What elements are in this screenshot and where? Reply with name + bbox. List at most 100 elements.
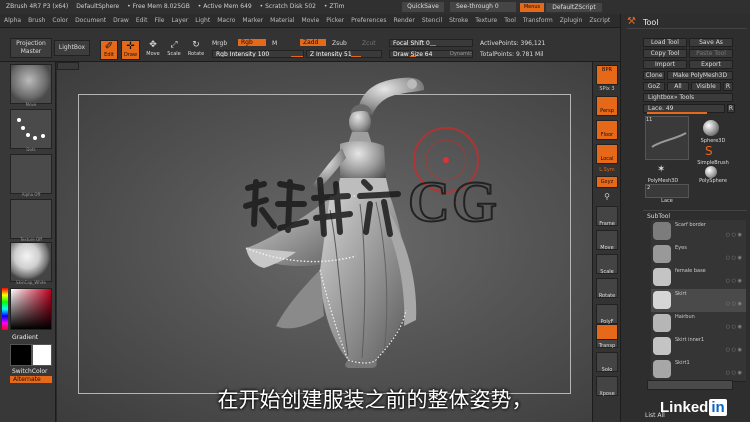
menu-draw[interactable]: Draw xyxy=(113,17,129,24)
menu-texture[interactable]: Texture xyxy=(475,17,497,24)
lsym-button[interactable]: L.Sym xyxy=(593,167,621,173)
import-button[interactable]: Import xyxy=(643,60,687,69)
dynamic-button[interactable]: Dynamic xyxy=(450,51,472,57)
gradient-button[interactable]: Gradient xyxy=(12,334,38,341)
menu-brush[interactable]: Brush xyxy=(28,17,45,24)
goz-visible-button[interactable]: Visible xyxy=(691,82,721,91)
secondary-color-swatch[interactable] xyxy=(10,344,32,366)
subtool-visibility-icon[interactable]: ○ ○ ◉ xyxy=(726,370,742,376)
menu-edit[interactable]: Edit xyxy=(136,17,148,24)
switch-color-button[interactable]: SwitchColor xyxy=(12,368,48,375)
menu-movie[interactable]: Movie xyxy=(302,17,320,24)
subtool-visibility-icon[interactable]: ○ ○ ◉ xyxy=(726,278,742,284)
menu-transform[interactable]: Transform xyxy=(523,17,553,24)
gxyz-button[interactable]: Gxyz xyxy=(596,176,618,188)
main-color-swatch[interactable] xyxy=(32,344,52,366)
menu-material[interactable]: Material xyxy=(270,17,294,24)
clone-button[interactable]: Clone xyxy=(643,71,665,80)
load-tool-button[interactable]: Load Tool xyxy=(643,38,687,47)
menu-file[interactable]: File xyxy=(154,17,164,24)
menu-marker[interactable]: Marker xyxy=(242,17,263,24)
lace-small-thumbnail[interactable]: 2 xyxy=(645,184,689,198)
scale-view-button[interactable]: Scale xyxy=(596,254,618,275)
move-mode-button[interactable]: ✥ Move xyxy=(145,40,161,60)
persp-button[interactable]: Persp xyxy=(596,96,618,116)
menu-alpha[interactable]: Alpha xyxy=(4,17,21,24)
m-button[interactable]: M xyxy=(272,40,277,47)
paste-tool-button[interactable]: Paste Tool xyxy=(689,49,733,58)
make-polymesh-button[interactable]: Make PolyMesh3D xyxy=(667,71,733,80)
rgb-button[interactable]: Rgb xyxy=(238,39,266,46)
zcut-button[interactable]: Zcut xyxy=(362,40,376,47)
local-button[interactable]: Local xyxy=(596,144,618,164)
copy-tool-button[interactable]: Copy Tool xyxy=(643,49,687,58)
tool-thumbnail-lace[interactable]: 11 xyxy=(645,116,689,160)
menu-stroke[interactable]: Stroke xyxy=(449,17,468,24)
subtool-visibility-icon[interactable]: ○ ○ ◉ xyxy=(726,232,742,238)
scale-mode-button[interactable]: ⤢ Scale xyxy=(166,40,182,60)
menu-layer[interactable]: Layer xyxy=(172,17,189,24)
menu-preferences[interactable]: Preferences xyxy=(351,17,386,24)
goz-all-button[interactable]: All xyxy=(667,82,689,91)
menu-render[interactable]: Render xyxy=(393,17,414,24)
color-picker-square[interactable] xyxy=(10,288,52,330)
menu-zscript[interactable]: Zscript xyxy=(589,17,610,24)
brush-thumbnail[interactable] xyxy=(10,64,52,104)
move-view-button[interactable]: Move xyxy=(596,230,618,251)
material-thumbnail[interactable] xyxy=(10,242,52,282)
subtool-row[interactable]: Skirt inner1 ○ ○ ◉ xyxy=(651,335,746,359)
save-as-button[interactable]: Save As xyxy=(689,38,733,47)
projection-master-button[interactable]: Projection Master xyxy=(10,38,52,58)
polymesh3d-icon[interactable]: ✶ xyxy=(657,164,665,175)
z-intensity-slider[interactable]: Z Intensity 51 xyxy=(306,50,382,58)
rgb-intensity-slider[interactable]: Rgb Intensity 100 xyxy=(212,50,304,58)
subtool-visibility-icon[interactable]: ○ ○ ◉ xyxy=(726,255,742,261)
menu-macro[interactable]: Macro xyxy=(217,17,235,24)
simplebrush-icon[interactable]: S xyxy=(705,144,713,158)
viewport-tab[interactable] xyxy=(57,62,79,70)
polyf-button[interactable]: PolyF xyxy=(596,304,618,325)
frame-button[interactable]: Frame xyxy=(596,206,618,227)
menus-button[interactable]: Menus xyxy=(520,3,544,12)
menu-document[interactable]: Document xyxy=(75,17,106,24)
alpha-thumbnail[interactable] xyxy=(10,154,52,194)
goz-r-button[interactable]: R xyxy=(723,82,733,91)
ghost-button[interactable] xyxy=(596,324,618,340)
subtool-header[interactable]: SubTool xyxy=(647,213,670,220)
subtool-visibility-icon[interactable]: ○ ○ ◉ xyxy=(726,347,742,353)
default-zscript-button[interactable]: DefaultZScript xyxy=(546,3,602,12)
lightbox-button[interactable]: LightBox xyxy=(54,40,90,56)
bpr-button[interactable]: BPR xyxy=(596,65,618,85)
draw-mode-button[interactable]: ✛ Draw xyxy=(121,40,140,60)
menu-zplugin[interactable]: Zplugin xyxy=(560,17,583,24)
zadd-button[interactable]: Zadd xyxy=(300,39,326,46)
subtool-visibility-icon[interactable]: ○ ○ ◉ xyxy=(726,324,742,330)
subtool-row[interactable]: female base ○ ○ ◉ xyxy=(651,266,746,290)
export-button[interactable]: Export xyxy=(689,60,733,69)
mrgb-button[interactable]: Mrgb xyxy=(212,40,227,47)
menu-stencil[interactable]: Stencil xyxy=(422,17,442,24)
subtool-row[interactable]: Skirt1 ○ ○ ◉ xyxy=(651,358,746,382)
stroke-thumbnail[interactable] xyxy=(10,109,52,149)
floor-button[interactable]: Floor xyxy=(596,120,618,140)
subtool-row[interactable]: Skirt ○ ○ ◉ xyxy=(651,289,746,313)
subtool-visibility-icon[interactable]: ○ ○ ◉ xyxy=(726,301,742,307)
rotate-view-button[interactable]: Rotate xyxy=(596,278,618,299)
quicksave-button[interactable]: QuickSave xyxy=(402,2,444,12)
menu-color[interactable]: Color xyxy=(52,17,68,24)
zsub-button[interactable]: Zsub xyxy=(332,40,347,47)
alternate-button[interactable]: Alternate xyxy=(10,376,52,383)
current-tool-r-button[interactable]: R xyxy=(727,104,735,113)
subtool-row[interactable]: Hairbun ○ ○ ◉ xyxy=(651,312,746,336)
subtool-row[interactable]: Eyes ○ ○ ◉ xyxy=(651,243,746,267)
spix-slider[interactable]: SPix 3 xyxy=(593,86,621,92)
edit-mode-button[interactable]: ✐ Edit xyxy=(100,40,118,60)
menu-tool[interactable]: Tool xyxy=(504,17,516,24)
focal-shift-slider[interactable]: Focal Shift 0 xyxy=(389,39,473,47)
polysphere-icon[interactable] xyxy=(705,166,717,178)
see-through-slider[interactable]: See-through 0 xyxy=(450,2,516,12)
sphere3d-icon[interactable] xyxy=(703,120,719,136)
hue-strip[interactable] xyxy=(2,288,8,330)
lightbox-tools-button[interactable]: Lightbox» Tools xyxy=(643,93,733,102)
rotate-mode-button[interactable]: ↻ Rotate xyxy=(186,40,206,60)
